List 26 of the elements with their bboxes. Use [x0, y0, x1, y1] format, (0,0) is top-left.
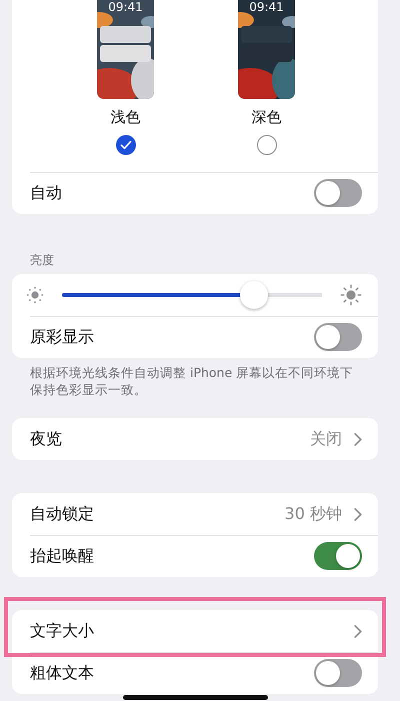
theme-label: 浅色 [110, 107, 140, 127]
toggle-switch[interactable] [314, 659, 362, 687]
sun-icon [340, 284, 362, 306]
row-label: 粗体文本 [30, 662, 95, 684]
row-label[interactable]: 夜览 [30, 428, 302, 450]
sun-icon [26, 286, 44, 304]
time-label: 09:41 [107, 0, 144, 14]
row-value: 关闭 [310, 428, 342, 450]
section-header: 亮度 [30, 252, 55, 268]
chevron-icon[interactable] [354, 508, 362, 520]
row-label: 抬起唤醒 [30, 546, 95, 566]
toggle-switch[interactable] [314, 179, 362, 207]
radio-button[interactable] [256, 135, 276, 155]
toggle-switch[interactable] [314, 323, 362, 351]
row-value: 30 秒钟 [284, 504, 342, 524]
chevron-icon[interactable] [354, 624, 362, 638]
row-label[interactable]: 文字大小 [30, 620, 342, 642]
radio-button[interactable] [116, 135, 136, 155]
toggle-switch[interactable] [314, 542, 362, 570]
row-label: 自动 [30, 182, 63, 204]
time-label: 09:41 [248, 0, 285, 14]
chevron-icon[interactable] [354, 432, 362, 446]
theme-label: 深色 [252, 107, 282, 127]
row-label[interactable]: 自动锁定 [30, 504, 277, 524]
row-label: 原彩显示 [30, 326, 95, 348]
section-footnote: 根据环境光线条件自动调整 iPhone 屏幕以在不同环境下保持色彩显示一致。 [29, 364, 354, 398]
